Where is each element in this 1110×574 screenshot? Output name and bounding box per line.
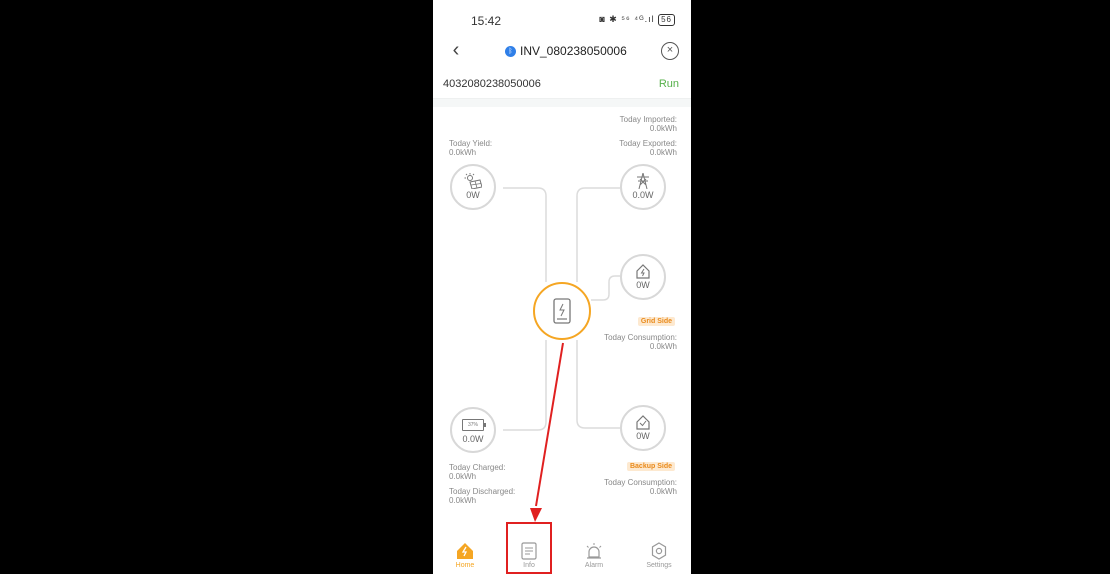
tab-home-label: Home [455, 562, 475, 569]
solar-panel-node[interactable]: 0W [450, 164, 496, 210]
grid-side-consumption: Today Consumption: 0.0kWh [604, 333, 677, 351]
today-exported: Today Exported: 0.0kWh [619, 139, 677, 157]
backup-side-tag: Backup Side [626, 462, 675, 471]
today-charged: Today Charged: 0.0kWh [449, 463, 505, 481]
today-imported: Today Imported: 0.0kWh [620, 115, 677, 133]
battery-soc: 37% [467, 422, 478, 428]
grid-node[interactable]: 0.0W [620, 164, 666, 210]
backup-side-consumption-label: Today Consumption: [604, 478, 677, 487]
home-lightning-icon [636, 264, 650, 279]
today-discharged-label: Today Discharged: [449, 487, 516, 496]
tab-settings-label: Settings [646, 562, 672, 569]
solar-power: 0W [466, 190, 480, 200]
battery-power: 0.0W [462, 434, 484, 444]
grid-power: 0.0W [632, 190, 654, 200]
grid-side-consumption-label: Today Consumption: [604, 333, 677, 342]
battery-icon: 37% [462, 419, 486, 431]
backup-side-load-node[interactable]: 0W [620, 405, 666, 451]
inverter-icon [553, 298, 571, 324]
home-check-icon [636, 415, 650, 430]
today-discharged: Today Discharged: 0.0kWh [449, 487, 515, 505]
tab-alarm-label: Alarm [584, 562, 604, 569]
grid-side-consumption-value: 0.0kWh [649, 342, 677, 351]
today-yield-value: 0.0kWh [449, 148, 477, 157]
tab-settings[interactable]: Settings [634, 542, 684, 569]
tab-alarm[interactable]: Alarm [569, 542, 619, 569]
alarm-icon [586, 543, 602, 559]
power-tower-icon [637, 173, 649, 189]
solar-panel-icon [464, 173, 482, 189]
today-discharged-value: 0.0kWh [449, 496, 477, 505]
gear-icon [651, 542, 667, 560]
today-yield-label: Today Yield: [449, 139, 493, 148]
tab-home[interactable]: Home [440, 542, 490, 569]
today-yield: Today Yield: 0.0kWh [449, 139, 492, 157]
today-imported-label: Today Imported: [619, 115, 677, 124]
phone-screen: 15:42 ◙ ✱ ⁵⁶ ⁴ᴳ.ıl 56 ‹ ᛒ INV_0802380500… [433, 0, 691, 574]
grid-side-load-node[interactable]: 0W [620, 254, 666, 300]
grid-side-tag: Grid Side [637, 317, 675, 326]
info-tab-highlight-box [506, 522, 552, 574]
today-charged-value: 0.0kWh [449, 472, 477, 481]
today-exported-value: 0.0kWh [649, 148, 677, 157]
today-imported-value: 0.0kWh [649, 124, 677, 133]
bottom-tab-bar: Home Info Alarm Settings [433, 538, 691, 574]
backup-side-consumption-value: 0.0kWh [649, 487, 677, 496]
battery-node[interactable]: 37% 0.0W [450, 407, 496, 453]
home-icon [457, 543, 473, 559]
grid-side-power: 0W [636, 280, 650, 290]
backup-side-consumption: Today Consumption: 0.0kWh [604, 478, 677, 496]
backup-side-power: 0W [636, 431, 650, 441]
inverter-node[interactable] [533, 282, 591, 340]
today-exported-label: Today Exported: [619, 139, 677, 148]
today-charged-label: Today Charged: [449, 463, 506, 472]
